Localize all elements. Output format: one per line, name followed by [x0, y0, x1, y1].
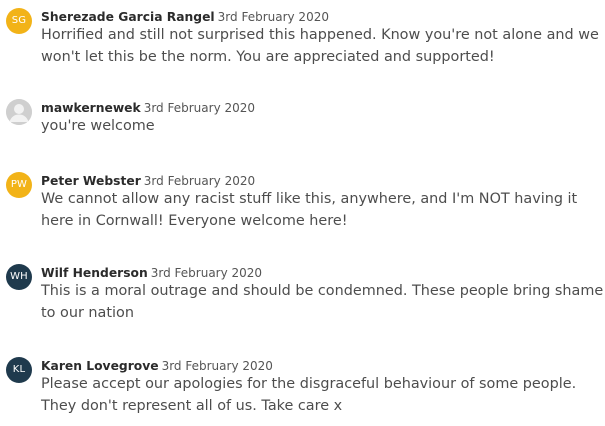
comment-date: 3rd February 2020 [143, 174, 256, 188]
avatar [6, 99, 32, 125]
comment-author[interactable]: Wilf Henderson [41, 266, 148, 280]
user-silhouette-icon [6, 99, 32, 125]
comment-meta: mawkernewek 3rd February 2020 [41, 100, 255, 116]
comment-author[interactable]: Sherezade Garcia Rangel [41, 10, 215, 24]
comment-meta: Wilf Henderson 3rd February 2020 [41, 265, 262, 281]
comment-meta: Sherezade Garcia Rangel 3rd February 2020 [41, 9, 329, 25]
comment-text: Horrified and still not surprised this h… [41, 27, 599, 65]
comment-author[interactable]: Peter Webster [41, 174, 141, 188]
comment-meta: Karen Lovegrove 3rd February 2020 [41, 358, 273, 374]
comment-text: you're welcome [41, 118, 155, 134]
comment-meta: Peter Webster 3rd February 2020 [41, 173, 255, 189]
comment-date: 3rd February 2020 [161, 359, 273, 373]
comment-date: 3rd February 2020 [150, 266, 263, 280]
comment-text: This is a moral outrage and should be co… [41, 283, 604, 321]
comment-date: 3rd February 2020 [217, 10, 329, 24]
comment-text: Please accept our apologies for the disg… [41, 376, 577, 414]
comment-author[interactable]: Karen Lovegrove [41, 359, 159, 373]
avatar: KL [6, 357, 32, 383]
comment-author[interactable]: mawkernewek [41, 101, 141, 115]
avatar: WH [6, 264, 32, 290]
comment-text: We cannot allow any racist stuff like th… [41, 191, 578, 229]
comment-date: 3rd February 2020 [143, 101, 256, 115]
avatar: SG [6, 8, 32, 34]
avatar: PW [6, 172, 32, 198]
